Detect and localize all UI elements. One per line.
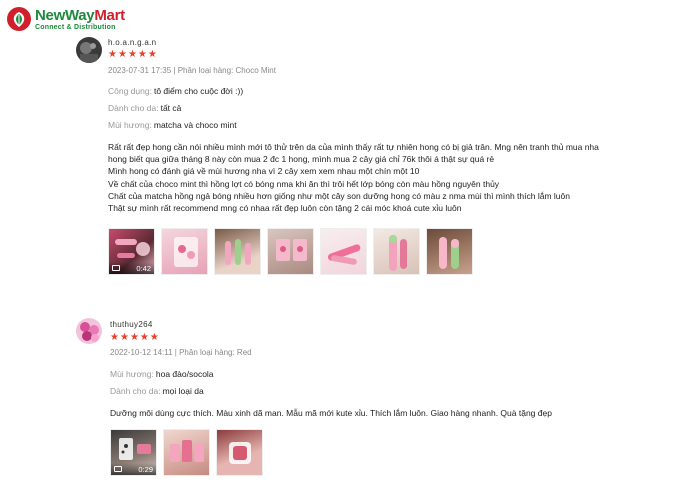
star-icon: ★ — [129, 332, 139, 343]
review-video-thumbnail[interactable]: 0:42 — [108, 228, 155, 275]
review-line: Dưỡng môi dùng cực thích. Màu xinh dã ma… — [110, 408, 552, 418]
reviewer-username[interactable]: h.o.a.n.g.a.n — [108, 38, 156, 47]
attribute-value: mọi loại da — [162, 386, 204, 396]
video-duration: 0:29 — [138, 464, 153, 474]
review-video-thumbnail[interactable]: 0:29 — [110, 429, 157, 476]
brand-tagline: Connect & Distribution — [35, 23, 116, 31]
attribute-label: Dành cho da: — [108, 103, 159, 113]
review-line: Rất rất đẹp hong cần nói nhiều mình mới … — [108, 142, 599, 152]
review-meta: 2022-10-12 14:11 | Phân loại hàng: Red — [110, 348, 252, 357]
rating-stars: ★ ★ ★ ★ ★ — [108, 50, 157, 60]
reviewer-username[interactable]: thuthuy264 — [110, 320, 153, 329]
review-media-list: 0:42 — [108, 228, 473, 275]
star-icon: ★ — [137, 49, 147, 60]
attribute-row: Công dụng: tô điểm cho cuộc đời :)) — [108, 86, 243, 96]
star-icon: ★ — [119, 332, 129, 343]
video-camera-icon — [114, 466, 122, 472]
attribute-row: Dành cho da: tất cả — [108, 103, 181, 113]
video-badge: 0:29 — [111, 463, 156, 475]
review-image-thumbnail[interactable] — [267, 228, 314, 275]
star-icon: ★ — [110, 332, 119, 343]
attribute-row: Dành cho da: mọi loại da — [110, 386, 204, 396]
attribute-value: tô điểm cho cuộc đời :)) — [153, 86, 244, 96]
avatar[interactable] — [76, 318, 102, 344]
attribute-label: Mùi hương: — [108, 120, 152, 130]
review-image-thumbnail[interactable] — [163, 429, 210, 476]
review-line: Về chất của choco mint thì hồng lợt có b… — [108, 178, 500, 189]
star-icon: ★ — [149, 332, 159, 343]
attribute-value: matcha và choco mint — [153, 120, 237, 130]
star-icon: ★ — [127, 49, 137, 60]
attribute-row: Mùi hương: hoa đào/socola — [110, 369, 214, 379]
attribute-value: hoa đào/socola — [155, 369, 214, 379]
review-line: hong biết qua giữa tháng 8 này còn mua 2… — [108, 154, 495, 165]
video-duration: 0:42 — [136, 263, 151, 273]
attribute-row: Mùi hương: matcha và choco mint — [108, 120, 237, 130]
review-media-list: 0:29 — [110, 429, 263, 476]
review-line: Thật sự mình rất recommend mng có nhaa r… — [108, 203, 462, 214]
review-image-thumbnail[interactable] — [373, 228, 420, 275]
review-body: Dưỡng môi dùng cực thích. Màu xinh dã ma… — [110, 407, 670, 419]
review-image-thumbnail[interactable] — [161, 228, 208, 275]
video-camera-icon — [112, 265, 120, 271]
review-body: Rất rất đẹp hong cần nói nhiều mình mới … — [108, 141, 668, 214]
video-badge: 0:42 — [109, 262, 154, 274]
attribute-label: Dành cho da: — [110, 386, 161, 396]
star-icon: ★ — [108, 49, 117, 60]
brand-name: NewWayMart — [35, 6, 125, 24]
attribute-value: tất cả — [160, 103, 182, 113]
star-icon: ★ — [147, 49, 157, 60]
review-line: Mình hong có đánh giá về mùi hương nha v… — [108, 166, 420, 177]
review-meta: 2023-07-31 17:35 | Phân loại hàng: Choco… — [108, 66, 276, 75]
review-image-thumbnail[interactable] — [426, 228, 473, 275]
brand-logo[interactable]: NewWayMart Connect & Distribution — [6, 6, 125, 32]
review-image-thumbnail[interactable] — [214, 228, 261, 275]
star-icon: ★ — [139, 332, 149, 343]
review-image-thumbnail[interactable] — [320, 228, 367, 275]
star-icon: ★ — [117, 49, 127, 60]
rating-stars: ★ ★ ★ ★ ★ — [110, 333, 159, 343]
review-image-thumbnail[interactable] — [216, 429, 263, 476]
attribute-label: Công dụng: — [108, 86, 152, 96]
leaf-logo-icon — [6, 6, 32, 32]
review-line: Chất của matcha hồng ngả bóng nhiều hơn … — [108, 190, 570, 201]
attribute-label: Mùi hương: — [110, 369, 154, 379]
avatar[interactable] — [76, 37, 102, 63]
